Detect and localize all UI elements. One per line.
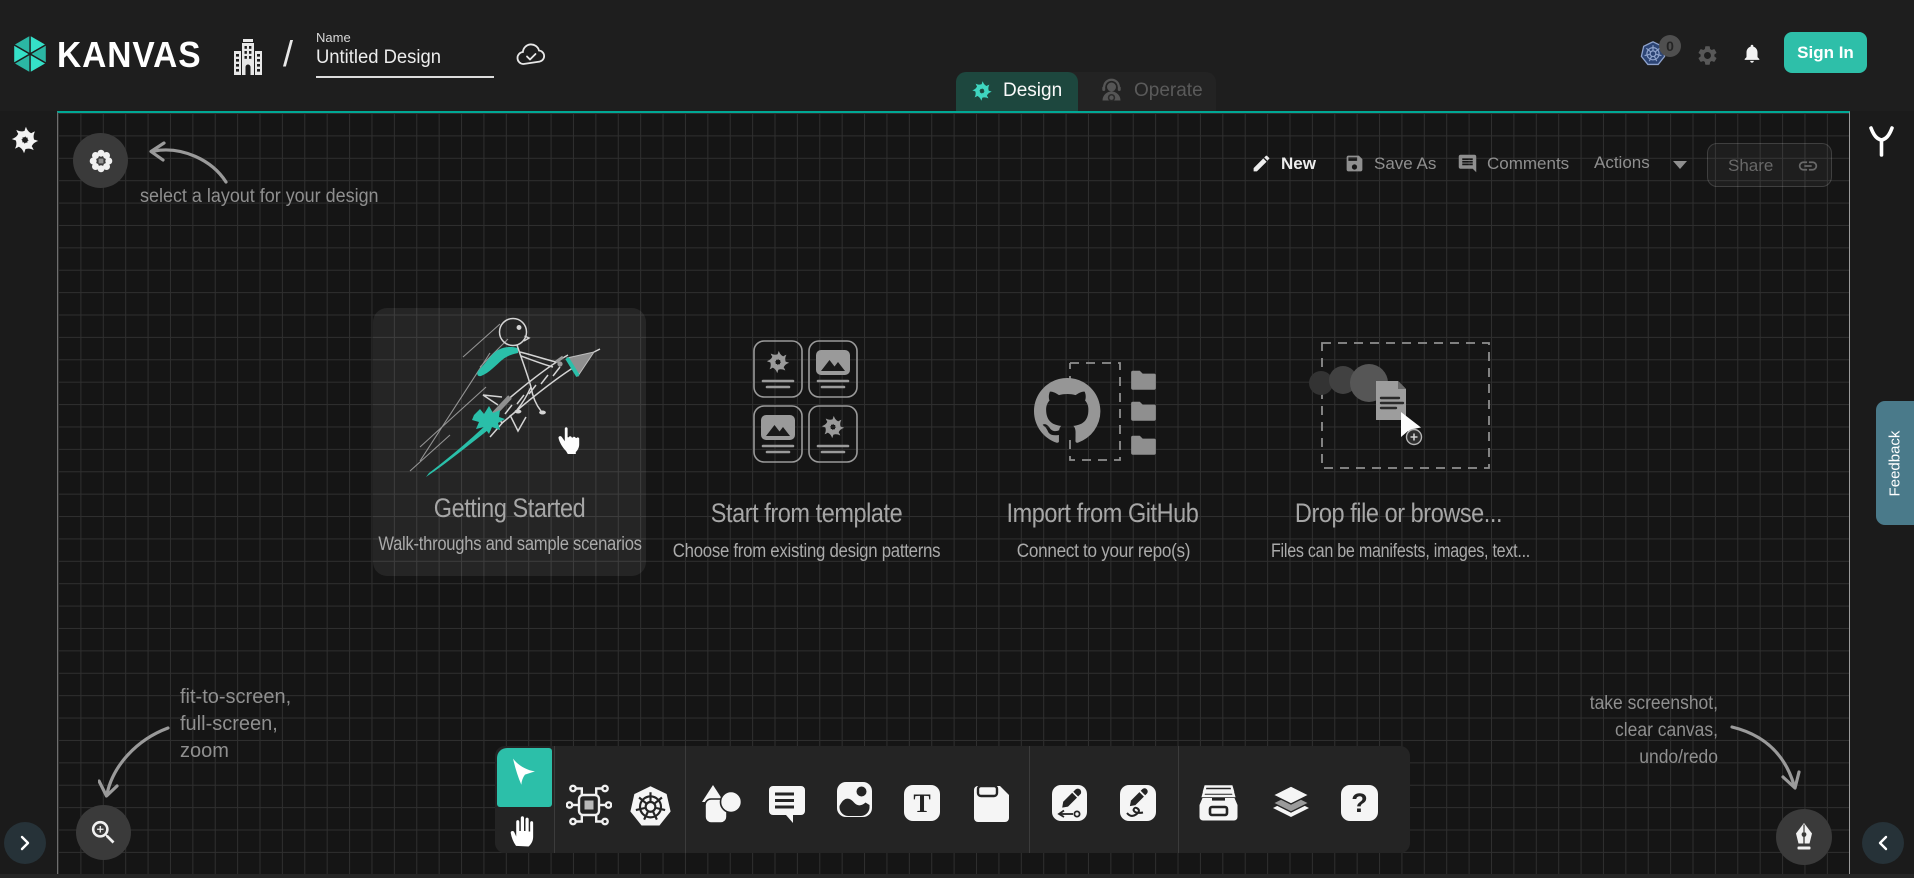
svg-text:?: ? — [1351, 788, 1368, 818]
svg-text:T: T — [913, 789, 930, 818]
